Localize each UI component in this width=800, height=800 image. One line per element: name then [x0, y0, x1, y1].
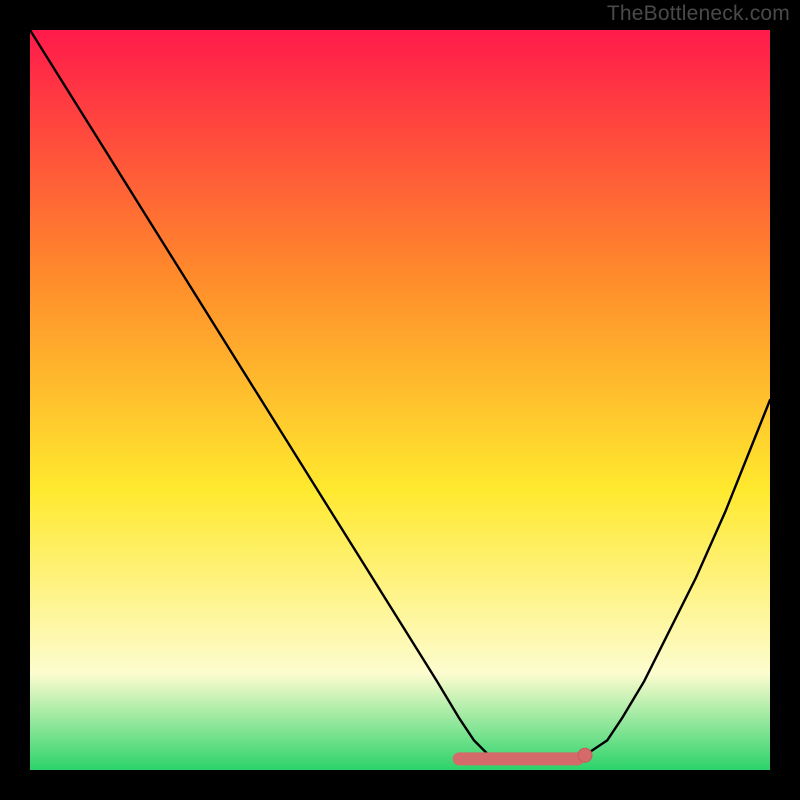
plot-area [30, 30, 770, 770]
marker-dot [578, 748, 592, 762]
watermark-text: TheBottleneck.com [607, 2, 790, 26]
bottleneck-chart [30, 30, 770, 770]
gradient-background [30, 30, 770, 770]
chart-outer-frame: TheBottleneck.com [0, 0, 800, 800]
